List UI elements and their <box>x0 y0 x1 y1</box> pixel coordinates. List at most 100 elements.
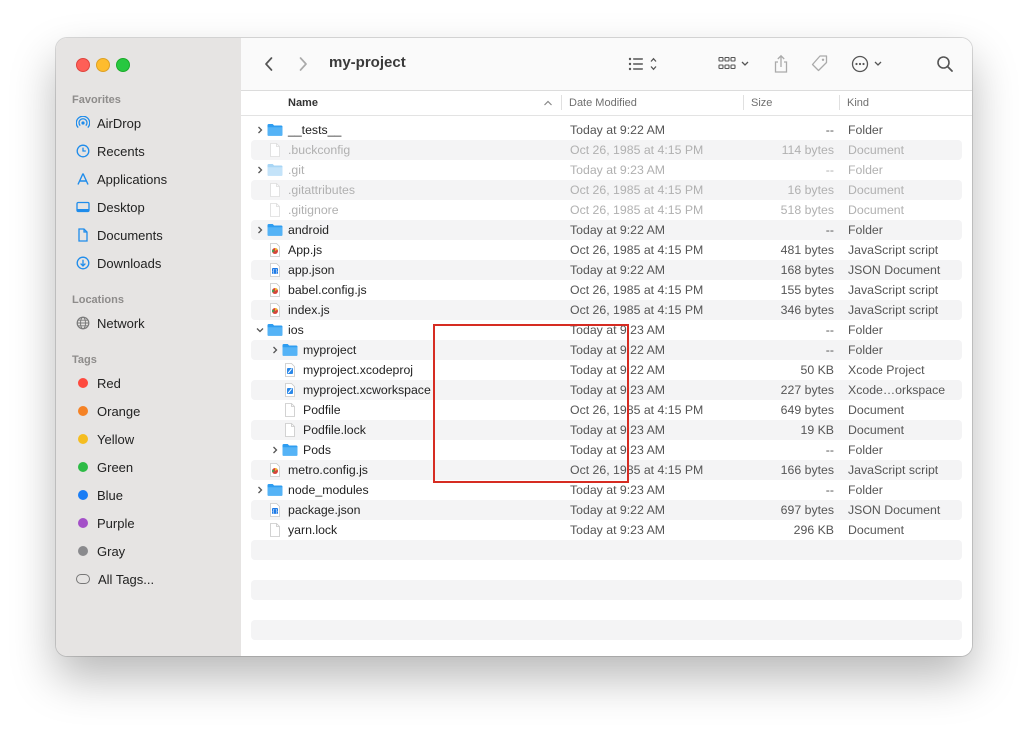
view-options-button[interactable] <box>625 53 665 75</box>
file-row[interactable]: index.js Oct 26, 1985 at 4:15 PM 346 bytes… <box>251 300 962 320</box>
clock-icon <box>76 144 90 158</box>
file-date: Today at 9:23 AM <box>570 423 666 437</box>
file-row[interactable]: .gitignore Oct 26, 1985 at 4:15 PM 518 byt… <box>251 200 962 220</box>
javascript-file-icon <box>267 283 283 297</box>
sidebar-item-airdrop[interactable]: AirDrop <box>56 109 241 137</box>
file-date: Oct 26, 1985 at 4:15 PM <box>570 203 704 217</box>
file-row[interactable]: android Today at 9:22 AM -- Folder <box>251 220 962 240</box>
svg-text:{}: {} <box>272 509 278 515</box>
file-size: 166 bytes <box>780 463 834 477</box>
sidebar-tag-red[interactable]: Red <box>56 369 241 397</box>
file-date: Today at 9:22 AM <box>570 263 666 277</box>
sidebar-item-desktop[interactable]: Desktop <box>56 193 241 221</box>
xcode-file-icon <box>282 383 298 397</box>
forward-button[interactable] <box>293 54 313 74</box>
sidebar-item-network[interactable]: Network <box>56 309 241 337</box>
orange-tag-dot-icon <box>78 406 88 416</box>
sidebar-tag-yellow[interactable]: Yellow <box>56 425 241 453</box>
file-kind: JSON Document <box>848 263 941 277</box>
file-row[interactable]: Podfile Oct 26, 1985 at 4:15 PM 649 bytes D… <box>251 400 962 420</box>
javascript-file-icon <box>267 303 283 317</box>
file-kind: Document <box>848 143 905 157</box>
file-row[interactable]: myproject Today at 9:22 AM -- Folder <box>251 340 962 360</box>
size-column-header[interactable]: Size <box>751 97 772 109</box>
sidebar-item-applications[interactable]: Applications <box>56 165 241 193</box>
sidebar-item-label: Network <box>97 315 145 331</box>
file-row[interactable]: .gitattributes Oct 26, 1985 at 4:15 PM 16 … <box>251 180 962 200</box>
file-row[interactable]: Pods Today at 9:23 AM -- Folder <box>251 440 962 460</box>
file-name: App.js <box>288 243 323 257</box>
file-row[interactable]: {} package.json Today at 9:22 AM 697 bytes J… <box>251 500 962 520</box>
file-kind: Document <box>848 403 905 417</box>
sidebar-item-recents[interactable]: Recents <box>56 137 241 165</box>
disclosure-collapsed-icon[interactable] <box>255 123 265 137</box>
locations-heading: Locations <box>72 294 124 306</box>
file-date: Today at 9:23 AM <box>570 523 666 537</box>
file-date: Oct 26, 1985 at 4:15 PM <box>570 463 704 477</box>
file-size: -- <box>825 163 834 177</box>
minimize-button[interactable] <box>96 58 110 72</box>
file-kind: Folder <box>848 163 883 177</box>
file-row[interactable]: {} app.json Today at 9:22 AM 168 bytes JSON … <box>251 260 962 280</box>
search-button[interactable] <box>934 53 956 75</box>
sidebar-tag-green[interactable]: Green <box>56 453 241 481</box>
sidebar-item-downloads[interactable]: Downloads <box>56 249 241 277</box>
file-row[interactable]: Podfile.lock Today at 9:23 AM 19 KB Documen… <box>251 420 962 440</box>
sidebar-tag-orange[interactable]: Orange <box>56 397 241 425</box>
sidebar-tag-purple[interactable]: Purple <box>56 509 241 537</box>
zoom-button[interactable] <box>116 58 130 72</box>
file-row[interactable]: babel.config.js Oct 26, 1985 at 4:15 PM 15… <box>251 280 962 300</box>
file-row[interactable]: yarn.lock Today at 9:23 AM 296 KB Document <box>251 520 962 540</box>
sidebar-item-documents[interactable]: Documents <box>56 221 241 249</box>
sort-ascending-icon[interactable] <box>543 99 553 107</box>
name-column-header[interactable]: Name <box>288 97 318 109</box>
tag-button[interactable] <box>807 52 831 76</box>
file-name: Pods <box>303 443 332 457</box>
file-size: 227 bytes <box>780 383 834 397</box>
file-size: 649 bytes <box>780 403 834 417</box>
tag-icon <box>811 55 828 72</box>
file-row[interactable]: .git Today at 9:23 AM -- Folder <box>251 160 962 180</box>
sidebar-tag-gray[interactable]: Gray <box>56 537 241 565</box>
disclosure-collapsed-icon[interactable] <box>270 343 280 357</box>
folder-icon <box>282 343 298 357</box>
sidebar-item-label: Blue <box>97 487 124 503</box>
file-row[interactable]: metro.config.js Oct 26, 1985 at 4:15 PM 16… <box>251 460 962 480</box>
file-name: myproject <box>303 343 357 357</box>
file-row[interactable]: App.js Oct 26, 1985 at 4:15 PM 481 bytes Ja… <box>251 240 962 260</box>
disclosure-collapsed-icon[interactable] <box>255 483 265 497</box>
file-row[interactable]: ios Today at 9:23 AM -- Folder <box>251 320 962 340</box>
file-row[interactable]: __tests__ Today at 9:22 AM -- Folder <box>251 120 962 140</box>
file-date: Today at 9:23 AM <box>570 483 666 497</box>
date-modified-column-header[interactable]: Date Modified <box>569 97 637 109</box>
kind-column-header[interactable]: Kind <box>847 97 869 109</box>
file-size: -- <box>825 483 834 497</box>
more-actions-button[interactable] <box>849 53 889 75</box>
empty-row <box>251 620 962 640</box>
empty-row <box>251 560 962 580</box>
file-row[interactable]: myproject.xcworkspace Today at 9:23 AM 227… <box>251 380 962 400</box>
sidebar-all-tags[interactable]: All Tags... <box>56 565 241 593</box>
file-size: -- <box>825 443 834 457</box>
sidebar-tag-blue[interactable]: Blue <box>56 481 241 509</box>
disclosure-collapsed-icon[interactable] <box>255 223 265 237</box>
group-button[interactable] <box>715 53 755 75</box>
share-button[interactable] <box>771 52 791 76</box>
empty-row <box>251 540 962 560</box>
file-date: Today at 9:23 AM <box>570 443 666 457</box>
list-view-icon <box>628 57 657 71</box>
disclosure-collapsed-icon[interactable] <box>270 443 280 457</box>
file-date: Oct 26, 1985 at 4:15 PM <box>570 403 704 417</box>
file-size: -- <box>825 343 834 357</box>
close-button[interactable] <box>76 58 90 72</box>
all-tags-icon <box>76 574 90 584</box>
file-date: Today at 9:23 AM <box>570 163 666 177</box>
back-button[interactable] <box>259 54 279 74</box>
file-name: Podfile <box>303 403 341 417</box>
file-row[interactable]: node_modules Today at 9:23 AM -- Folder <box>251 480 962 500</box>
file-row[interactable]: .buckconfig Oct 26, 1985 at 4:15 PM 114 by… <box>251 140 962 160</box>
file-kind: JavaScript script <box>848 303 939 317</box>
file-row[interactable]: myproject.xcodeproj Today at 9:22 AM 50 KB… <box>251 360 962 380</box>
disclosure-expanded-icon[interactable] <box>255 323 265 337</box>
disclosure-collapsed-icon[interactable] <box>255 163 265 177</box>
